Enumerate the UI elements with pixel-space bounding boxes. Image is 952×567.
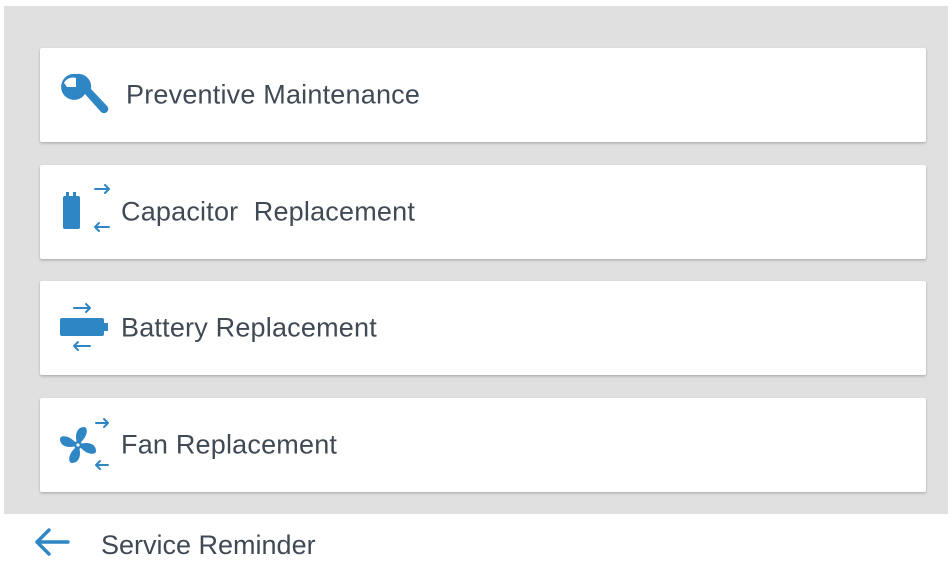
wrench-icon (50, 67, 114, 123)
item-label: Fan Replacement (121, 429, 338, 460)
page-title: Service Reminder (101, 530, 316, 560)
bottom-bar: Service Reminder (0, 514, 952, 567)
arrow-left-icon (33, 526, 71, 563)
preventive-maintenance-item[interactable]: Preventive Maintenance (40, 48, 926, 142)
battery-replacement-item[interactable]: Battery Replacement (40, 281, 926, 375)
battery-replace-icon (50, 300, 114, 356)
back-button[interactable] (28, 524, 76, 564)
capacitor-replace-icon (50, 184, 114, 240)
item-label: Battery Replacement (121, 312, 377, 343)
fan-replace-icon (50, 417, 114, 473)
capacitor-replacement-item[interactable]: Capacitor Replacement (40, 165, 926, 259)
fan-replacement-item[interactable]: Fan Replacement (40, 398, 926, 492)
item-label: Capacitor Replacement (121, 196, 416, 227)
item-label: Preventive Maintenance (126, 79, 421, 110)
service-menu-panel: Preventive Maintenance Capacitor Replace… (4, 6, 948, 514)
